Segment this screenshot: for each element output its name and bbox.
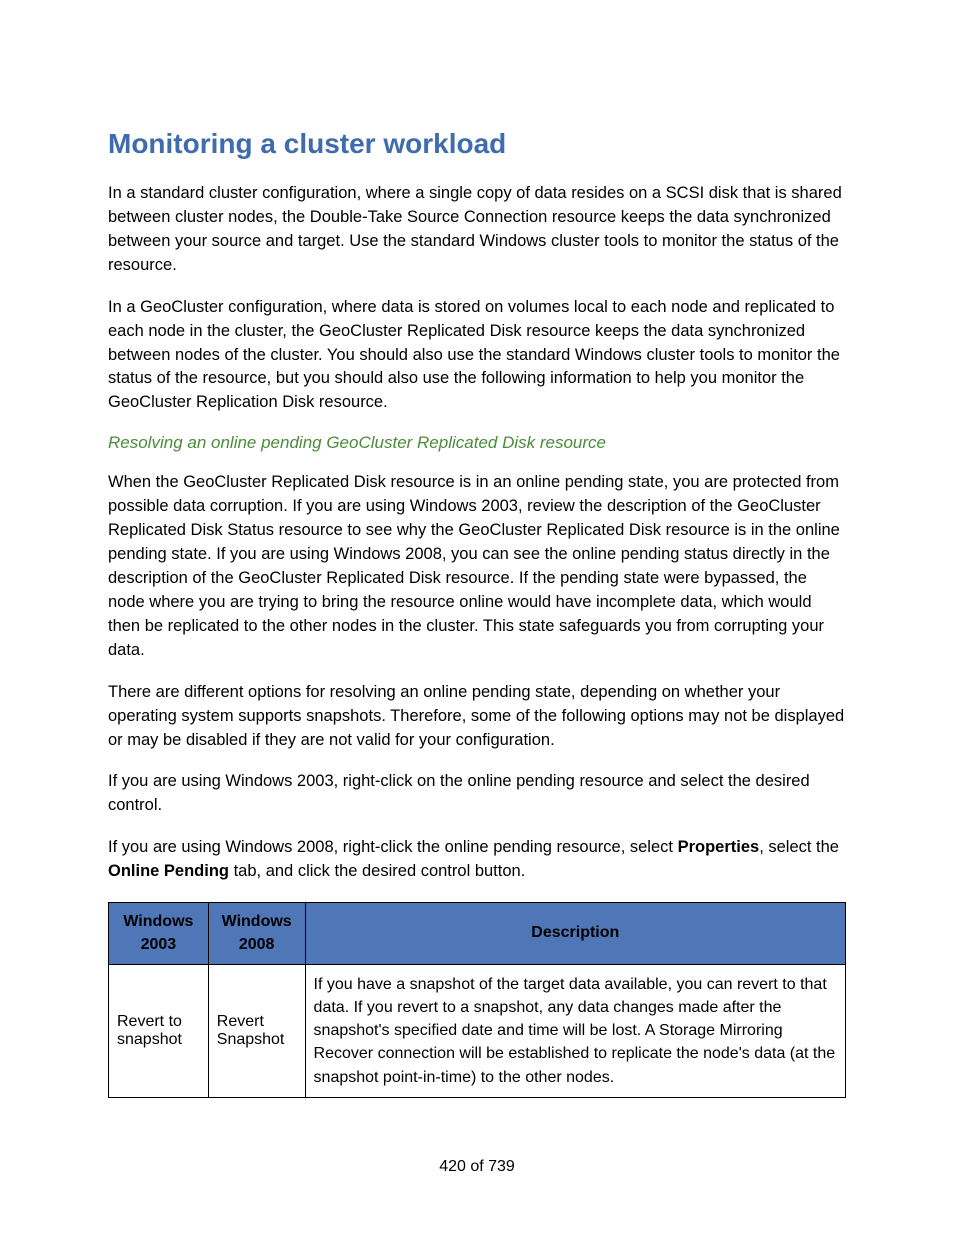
body-paragraph: In a GeoCluster configuration, where dat…: [108, 296, 846, 416]
table-header-windows-2008: Windows 2008: [208, 903, 305, 965]
header-line: 2008: [239, 936, 275, 953]
section-subheading: Resolving an online pending GeoCluster R…: [108, 433, 846, 453]
bold-text: Online Pending: [108, 862, 229, 880]
options-table: Windows 2003 Windows 2008 Description Re…: [108, 902, 846, 1098]
table-cell-win2003: Revert to snapshot: [109, 964, 209, 1097]
table-cell-description: If you have a snapshot of the target dat…: [305, 964, 845, 1097]
text-run: If you are using Windows 2008, right-cli…: [108, 838, 678, 856]
header-line: Windows: [123, 913, 193, 930]
body-paragraph: If you are using Windows 2003, right-cli…: [108, 770, 846, 818]
body-paragraph: There are different options for resolvin…: [108, 681, 846, 753]
body-paragraph: In a standard cluster configuration, whe…: [108, 182, 846, 278]
header-line: 2003: [141, 936, 177, 953]
page-number: 420 of 739: [0, 1158, 954, 1176]
table-cell-win2008: Revert Snapshot: [208, 964, 305, 1097]
header-line: Windows: [222, 913, 292, 930]
table-header-windows-2003: Windows 2003: [109, 903, 209, 965]
document-page: Monitoring a cluster workload In a stand…: [0, 0, 954, 1098]
table-header-row: Windows 2003 Windows 2008 Description: [109, 903, 846, 965]
bold-text: Properties: [678, 838, 760, 856]
page-heading: Monitoring a cluster workload: [108, 128, 846, 160]
body-paragraph: If you are using Windows 2008, right-cli…: [108, 836, 846, 884]
text-run: tab, and click the desired control butto…: [229, 862, 525, 880]
table-row: Revert to snapshot Revert Snapshot If yo…: [109, 964, 846, 1097]
text-run: , select the: [759, 838, 839, 856]
body-paragraph: When the GeoCluster Replicated Disk reso…: [108, 471, 846, 662]
table-header-description: Description: [305, 903, 845, 965]
